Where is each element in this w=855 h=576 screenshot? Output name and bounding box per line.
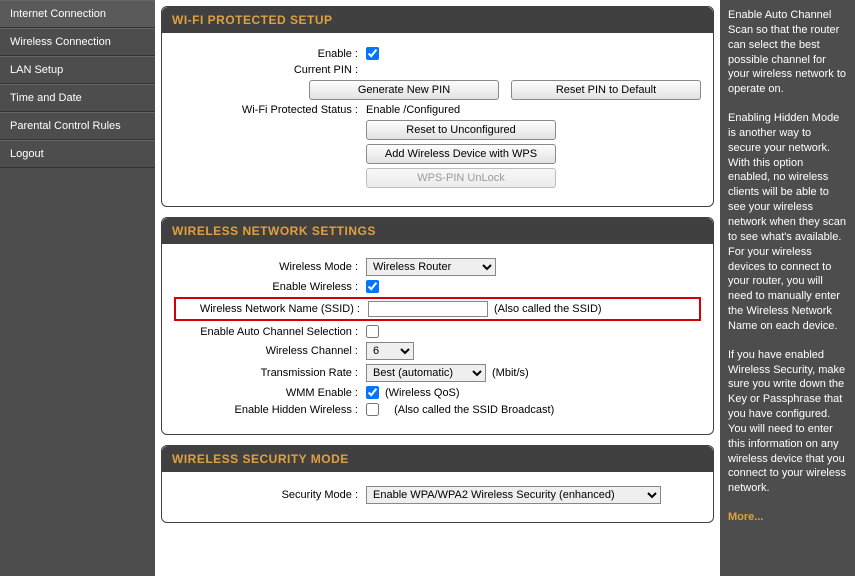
ssid-row-highlight: Wireless Network Name (SSID) : (Also cal…	[174, 297, 701, 321]
panel-wireless-settings: WIRELESS NETWORK SETTINGS Wireless Mode …	[161, 217, 714, 435]
security-mode-select[interactable]: Enable WPA/WPA2 Wireless Security (enhan…	[366, 486, 661, 504]
wmm-hint: (Wireless QoS)	[385, 387, 460, 399]
reset-to-unconfigured-button[interactable]: Reset to Unconfigured	[366, 120, 556, 140]
sidebar-item-time-and-date[interactable]: Time and Date	[0, 84, 155, 112]
main-content: WI-FI PROTECTED SETUP Enable : Current P…	[155, 0, 720, 576]
wps-enable-label: Enable :	[174, 48, 366, 60]
reset-pin-default-button[interactable]: Reset PIN to Default	[511, 80, 701, 100]
wps-status-value: Enable /Configured	[366, 104, 460, 116]
wmm-enable-checkbox[interactable]	[366, 386, 379, 399]
auto-channel-label: Enable Auto Channel Selection :	[174, 326, 366, 338]
panel-wps: WI-FI PROTECTED SETUP Enable : Current P…	[161, 6, 714, 207]
sidebar: Internet Connection Wireless Connection …	[0, 0, 155, 576]
sidebar-item-wireless-connection[interactable]: Wireless Connection	[0, 28, 155, 56]
wireless-channel-label: Wireless Channel :	[174, 345, 366, 357]
ssid-hint: (Also called the SSID)	[494, 303, 602, 315]
ssid-label: Wireless Network Name (SSID) :	[176, 303, 368, 315]
help-paragraph-1: Enable Auto Channel Scan so that the rou…	[728, 8, 847, 97]
tx-rate-label: Transmission Rate :	[174, 367, 366, 379]
panel-security-title: WIRELESS SECURITY MODE	[162, 446, 713, 472]
enable-wireless-checkbox[interactable]	[366, 280, 379, 293]
sidebar-item-lan-setup[interactable]: LAN Setup	[0, 56, 155, 84]
tx-rate-unit: (Mbit/s)	[492, 367, 529, 379]
wps-status-label: Wi-Fi Protected Status :	[174, 104, 366, 116]
help-paragraph-2: Enabling Hidden Mode is another way to s…	[728, 111, 847, 334]
hidden-wireless-label: Enable Hidden Wireless :	[174, 404, 366, 416]
panel-wireless-title: WIRELESS NETWORK SETTINGS	[162, 218, 713, 244]
sidebar-item-parental-control[interactable]: Parental Control Rules	[0, 112, 155, 140]
auto-channel-checkbox[interactable]	[366, 325, 379, 338]
panel-wps-title: WI-FI PROTECTED SETUP	[162, 7, 713, 33]
hidden-wireless-hint: (Also called the SSID Broadcast)	[394, 404, 554, 416]
security-mode-label: Security Mode :	[174, 489, 366, 501]
wps-current-pin-label: Current PIN :	[174, 64, 366, 76]
help-paragraph-3: If you have enabled Wireless Security, m…	[728, 348, 847, 496]
help-more-link[interactable]: More...	[728, 511, 763, 523]
wireless-mode-select[interactable]: Wireless Router	[366, 258, 496, 276]
wps-pin-unlock-button: WPS-PIN UnLock	[366, 168, 556, 188]
generate-new-pin-button[interactable]: Generate New PIN	[309, 80, 499, 100]
sidebar-item-logout[interactable]: Logout	[0, 140, 155, 168]
ssid-input[interactable]	[368, 301, 488, 317]
wmm-enable-label: WMM Enable :	[174, 387, 366, 399]
wireless-mode-label: Wireless Mode :	[174, 261, 366, 273]
panel-security-mode: WIRELESS SECURITY MODE Security Mode : E…	[161, 445, 714, 523]
hidden-wireless-checkbox[interactable]	[366, 403, 379, 416]
enable-wireless-label: Enable Wireless :	[174, 281, 366, 293]
wireless-channel-select[interactable]: 6	[366, 342, 414, 360]
tx-rate-select[interactable]: Best (automatic)	[366, 364, 486, 382]
add-wireless-device-button[interactable]: Add Wireless Device with WPS	[366, 144, 556, 164]
wps-enable-checkbox[interactable]	[366, 47, 379, 60]
sidebar-item-internet-connection[interactable]: Internet Connection	[0, 0, 155, 28]
help-sidebar: Enable Auto Channel Scan so that the rou…	[720, 0, 855, 576]
